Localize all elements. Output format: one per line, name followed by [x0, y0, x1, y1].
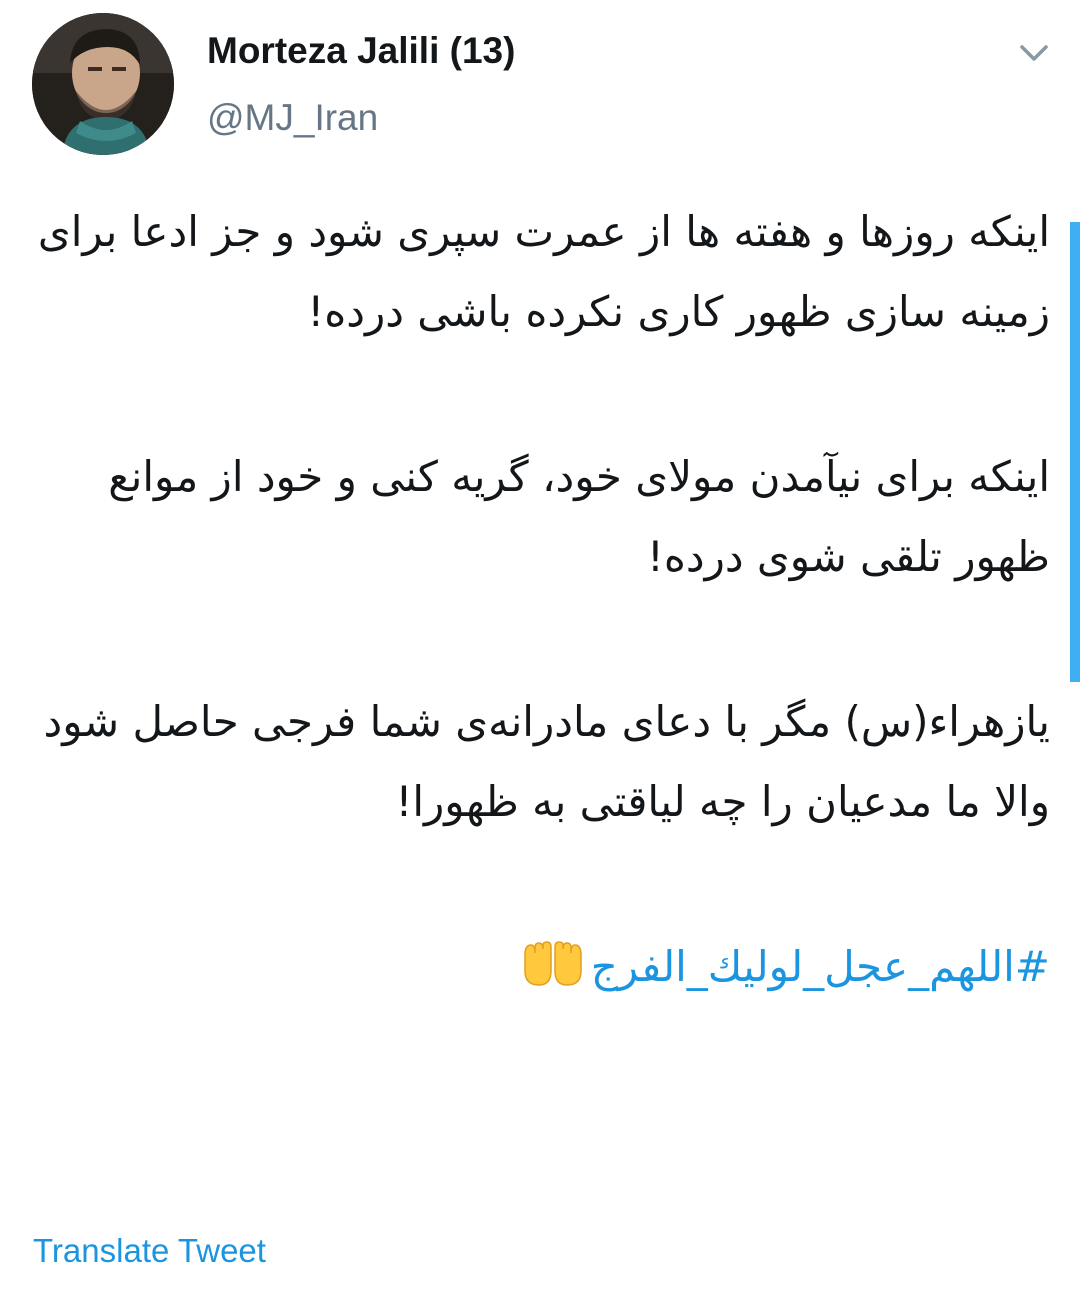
scroll-indicator — [1070, 222, 1080, 682]
chevron-down-icon[interactable] — [1014, 38, 1054, 68]
profile-photo — [32, 13, 174, 155]
tweet-paragraph: اینکه روزها و هفته ها از عمرت سپری شود و… — [37, 207, 1050, 336]
hashtag-link[interactable]: #اللهم_عجل_لوليك_الفرج — [591, 942, 1050, 991]
avatar[interactable] — [32, 13, 174, 155]
display-name[interactable]: Morteza Jalili (13) — [207, 30, 515, 72]
tweet-paragraph: اینکه برای نیآمدن مولای خود، گریه کنی و … — [108, 452, 1050, 581]
translate-tweet-link[interactable]: Translate Tweet — [33, 1232, 266, 1270]
tweet-paragraph: یازهراء(س) مگر با دعای مادرانه‌ی شما فرج… — [43, 697, 1050, 826]
palms-up-together-icon — [521, 933, 585, 1013]
user-handle[interactable]: @MJ_Iran — [207, 97, 378, 139]
tweet-text: اینکه روزها و هفته ها از عمرت سپری شود و… — [30, 192, 1050, 1007]
